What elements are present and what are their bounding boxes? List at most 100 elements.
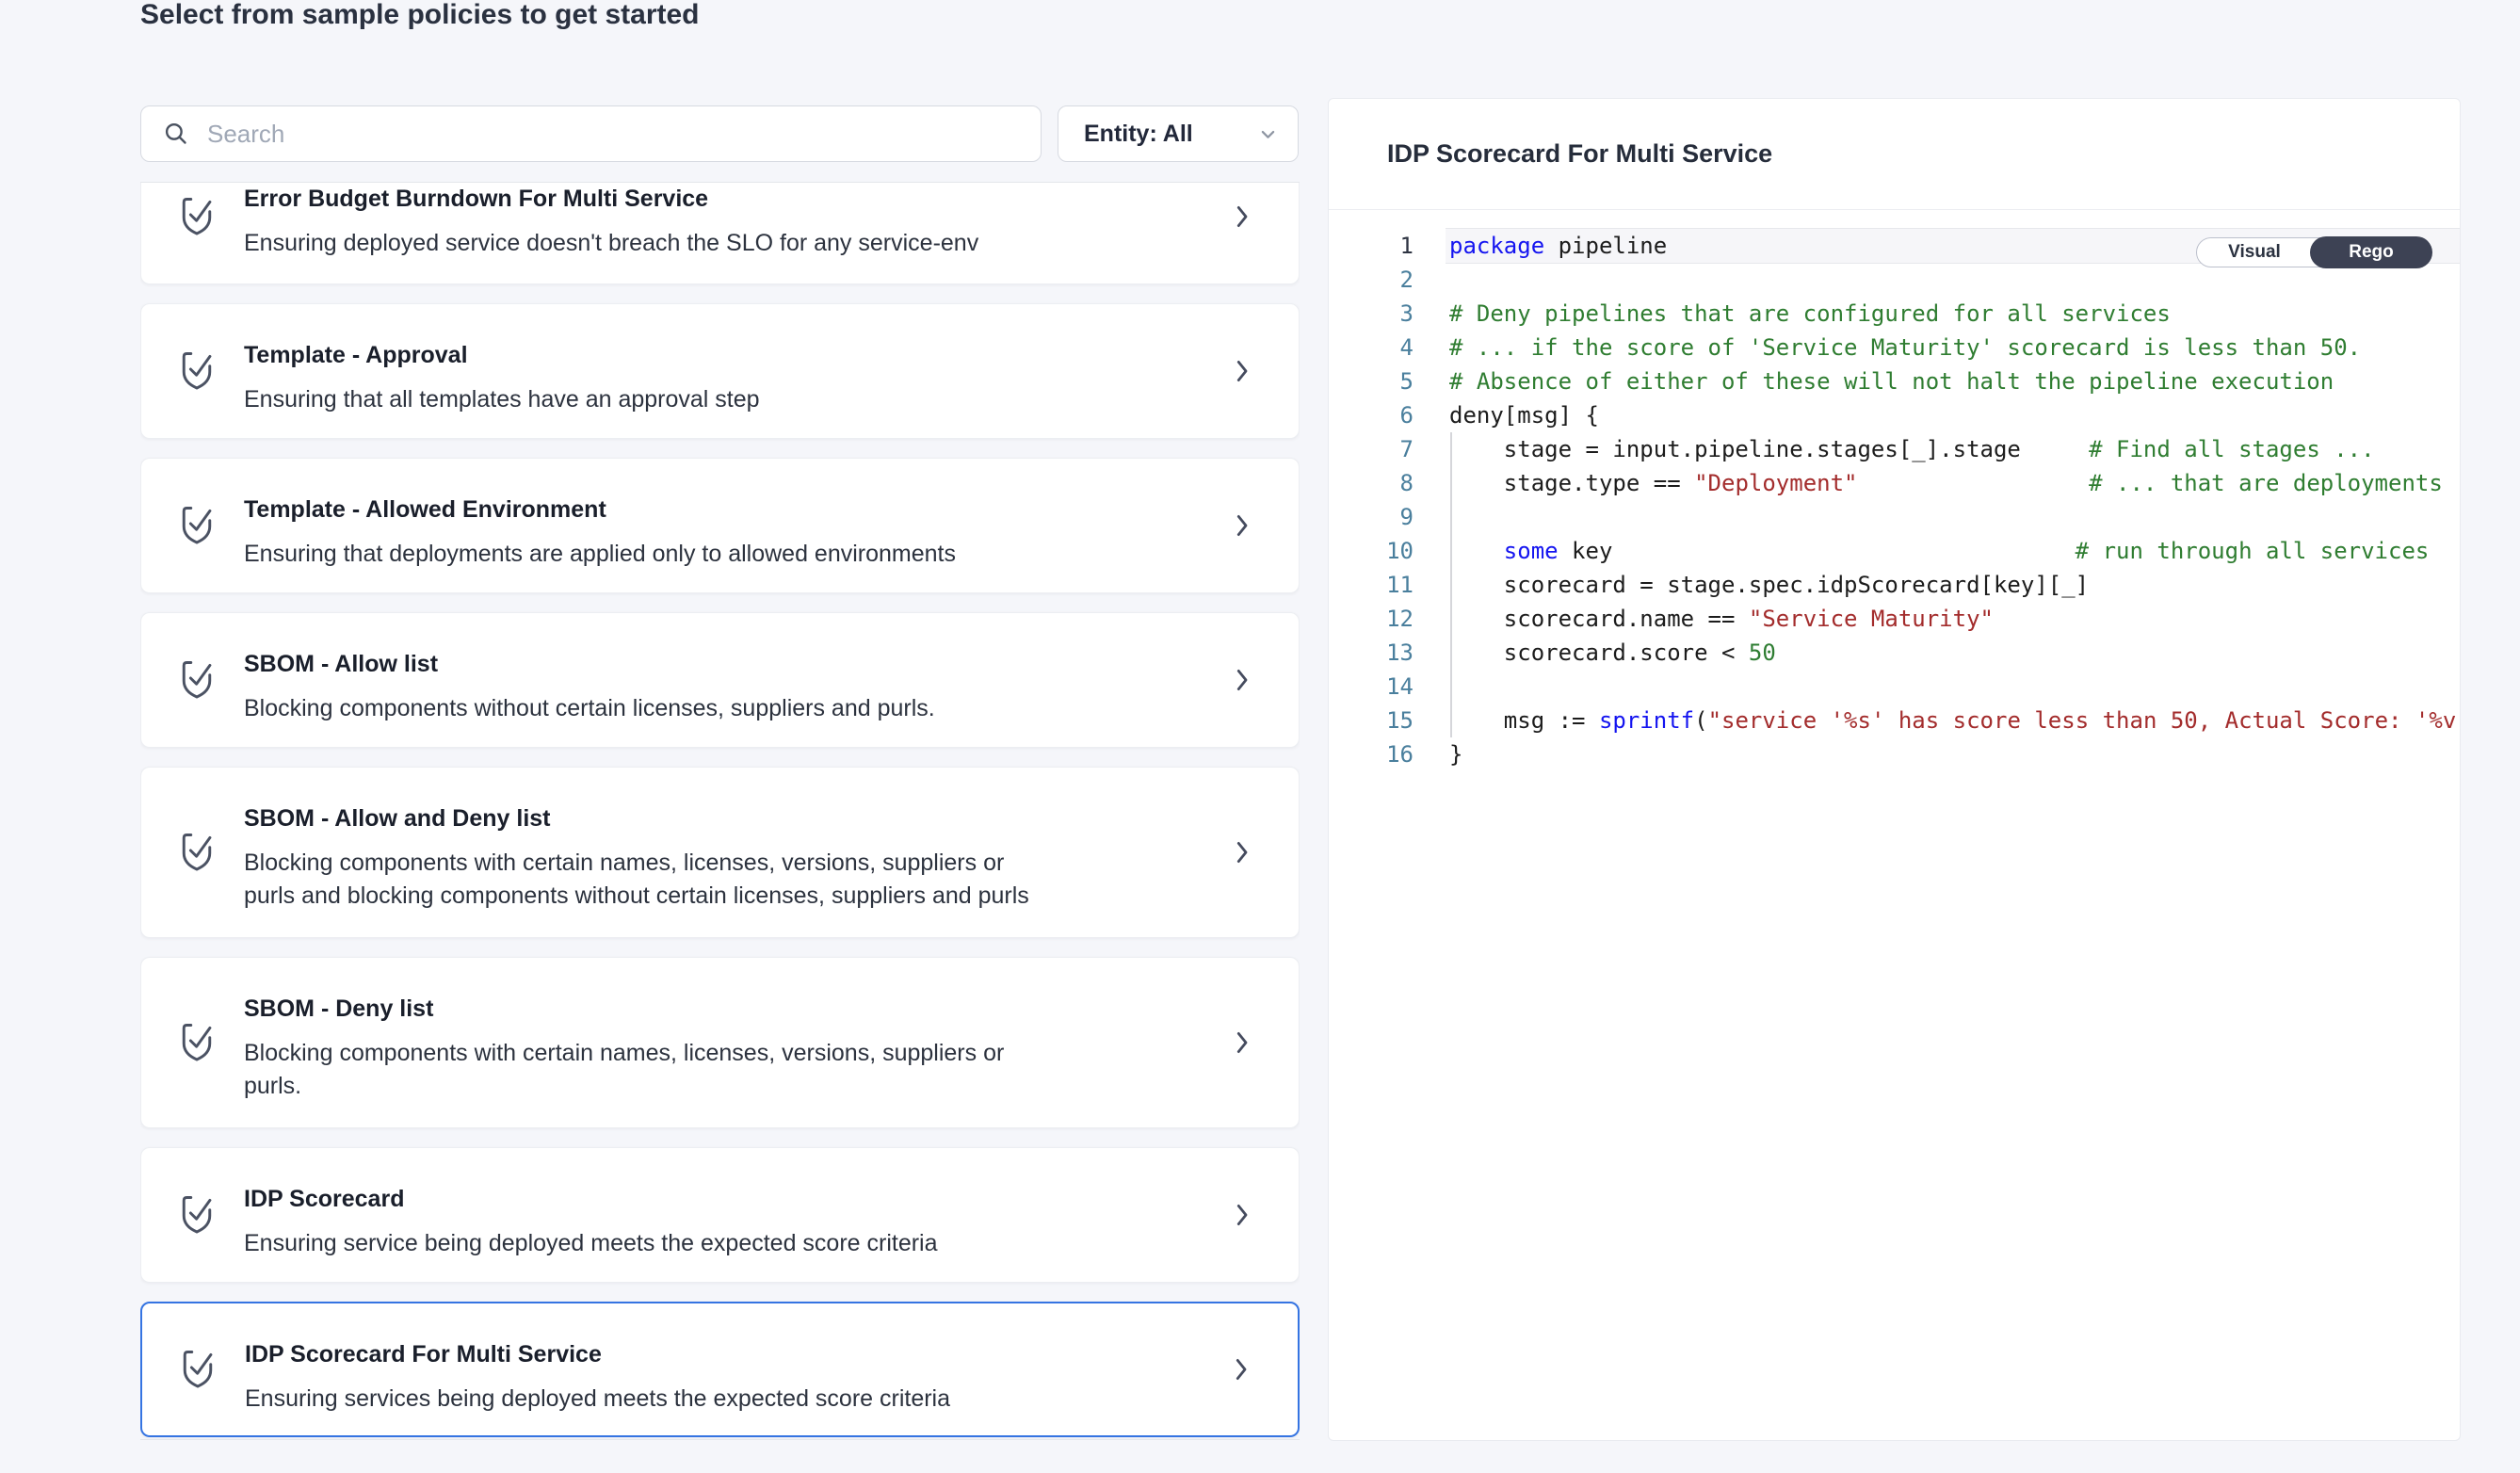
code-line: 10 some key # run through all services [1329, 534, 2460, 568]
policy-card-title: IDP Scorecard [244, 1187, 1186, 1212]
policy-card[interactable]: Template - Approval Ensuring that all te… [140, 303, 1300, 439]
policy-card-title: IDP Scorecard For Multi Service [245, 1342, 1185, 1368]
code-line: 8 stage.type == "Deployment" # ... that … [1329, 466, 2460, 500]
code-line: 2 [1329, 263, 2460, 297]
chevron-right-icon [1233, 510, 1252, 541]
detail-title: IDP Scorecard For Multi Service [1387, 139, 1772, 169]
code-line: 7 stage = input.pipeline.stages[_].stage… [1329, 432, 2460, 466]
shield-check-icon [176, 656, 218, 704]
policy-card-text: SBOM - Allow and Deny list Blocking comp… [244, 768, 1299, 913]
shield-check-icon [176, 502, 218, 549]
line-number: 3 [1329, 297, 1413, 331]
detail-header: IDP Scorecard For Multi Service [1329, 99, 2460, 210]
code-text: scorecard.name == "Service Maturity" [1449, 602, 1994, 636]
entity-filter-label: Entity: All [1084, 121, 1193, 148]
line-number: 7 [1329, 432, 1413, 466]
code-text: some key # run through all services [1449, 534, 2429, 568]
policy-card[interactable]: Template - Allowed Environment Ensuring … [140, 458, 1300, 593]
code-text: stage.type == "Deployment" # ... that ar… [1449, 466, 2443, 500]
line-number: 14 [1329, 670, 1413, 704]
shield-check-icon [176, 1019, 218, 1066]
policy-card[interactable]: IDP Scorecard For Multi Service Ensuring… [140, 1302, 1300, 1437]
chevron-right-icon [1233, 202, 1252, 232]
policy-list[interactable]: Error Budget Burndown For Multi Service … [140, 182, 1300, 1440]
code-line: 5 # Absence of either of these will not h… [1329, 364, 2460, 398]
policy-card-title: SBOM - Allow list [244, 652, 1186, 677]
line-number: 9 [1329, 500, 1413, 534]
code-line: 13 scorecard.score < 50 [1329, 636, 2460, 670]
search-input[interactable] [207, 120, 1041, 149]
shield-check-icon [176, 348, 218, 395]
indent-guide [1450, 432, 1452, 737]
entity-filter-dropdown[interactable]: Entity: All [1058, 105, 1299, 162]
page-title: Select from sample policies to get start… [140, 0, 700, 34]
toggle-option-rego[interactable]: Rego [2310, 236, 2432, 268]
policy-card-description: Blocking components with certain names, … [244, 847, 1186, 913]
policy-card-description: Ensuring that deployments are applied on… [244, 538, 1186, 571]
policy-card-text: Template - Allowed Environment Ensuring … [244, 459, 1299, 571]
code-line: 9 [1329, 500, 2460, 534]
code-text: stage = input.pipeline.stages[_].stage #… [1449, 432, 2375, 466]
policy-card-text: IDP Scorecard For Multi Service Ensuring… [245, 1303, 1298, 1416]
policy-card[interactable]: IDP Scorecard Ensuring service being dep… [140, 1147, 1300, 1283]
line-number: 4 [1329, 331, 1413, 364]
code-text: # Absence of either of these will not ha… [1449, 364, 2334, 398]
toggle-option-visual[interactable]: Visual [2197, 238, 2312, 267]
chevron-right-icon [1233, 665, 1252, 695]
policy-card[interactable]: Error Budget Burndown For Multi Service … [140, 182, 1300, 284]
code-line: 4 # ... if the score of 'Service Maturity… [1329, 331, 2460, 364]
chevron-right-icon [1233, 1200, 1252, 1230]
policy-card-description: Ensuring that all templates have an appr… [244, 383, 1186, 416]
code-text: msg := sprintf("service '%s' has score l… [1449, 704, 2461, 737]
chevron-right-icon [1232, 1354, 1251, 1384]
chevron-down-icon [1255, 121, 1281, 147]
chevron-right-icon [1233, 837, 1252, 867]
line-number: 11 [1329, 568, 1413, 602]
line-number: 16 [1329, 737, 1413, 771]
line-number: 15 [1329, 704, 1413, 737]
policy-detail-panel: IDP Scorecard For Multi Service Visual R… [1328, 98, 2461, 1441]
policy-card-description: Ensuring service being deployed meets th… [244, 1227, 1186, 1260]
line-number: 6 [1329, 398, 1413, 432]
code-text: scorecard = stage.spec.idpScorecard[key]… [1449, 568, 2089, 602]
shield-check-icon [177, 1346, 218, 1393]
policy-card-text: IDP Scorecard Ensuring service being dep… [244, 1148, 1299, 1260]
code-text: package pipeline [1449, 229, 1667, 263]
code-line: 11 scorecard = stage.spec.idpScorecard[k… [1329, 568, 2460, 602]
code-line: 12 scorecard.name == "Service Maturity" [1329, 602, 2460, 636]
rego-code-editor[interactable]: 1 package pipeline 23# Deny pipelines that… [1329, 210, 2460, 771]
code-line: 6 deny[msg] { [1329, 398, 2460, 432]
policy-card-title: Template - Approval [244, 343, 1186, 368]
code-text: } [1449, 737, 1462, 771]
line-number: 12 [1329, 602, 1413, 636]
policy-card-description: Blocking components with certain names, … [244, 1037, 1186, 1103]
policy-card-text: Template - Approval Ensuring that all te… [244, 304, 1299, 416]
shield-check-icon [176, 1191, 218, 1238]
chevron-right-icon [1233, 356, 1252, 386]
view-mode-toggle: Visual Rego [2196, 237, 2431, 267]
line-number: 2 [1329, 263, 1413, 297]
code-lines: 1 package pipeline 23# Deny pipelines that… [1329, 229, 2460, 771]
policy-card-title: Template - Allowed Environment [244, 497, 1186, 523]
policy-card-description: Ensuring deployed service doesn't breach… [244, 227, 1186, 260]
policy-card-description: Blocking components without certain lice… [244, 692, 1186, 725]
policy-card-title: SBOM - Allow and Deny list [244, 806, 1186, 832]
search-box[interactable] [140, 105, 1042, 162]
policy-card[interactable]: SBOM - Allow and Deny list Blocking comp… [140, 767, 1300, 938]
policy-card-description: Ensuring services being deployed meets t… [245, 1383, 1185, 1416]
policy-card[interactable]: SBOM - Deny list Blocking components wit… [140, 957, 1300, 1128]
policy-card-title: SBOM - Deny list [244, 996, 1186, 1022]
line-number: 8 [1329, 466, 1413, 500]
code-text: deny[msg] { [1449, 398, 1599, 432]
line-number: 5 [1329, 364, 1413, 398]
code-line: 3# Deny pipelines that are configured fo… [1329, 297, 2460, 331]
policy-card[interactable]: SBOM - Allow list Blocking components wi… [140, 612, 1300, 748]
code-text: # ... if the score of 'Service Maturity'… [1449, 331, 2361, 364]
policy-card-text: SBOM - Allow list Blocking components wi… [244, 613, 1299, 725]
code-line: 15 msg := sprintf("service '%s' has scor… [1329, 704, 2460, 737]
shield-check-icon [176, 193, 218, 240]
line-number: 13 [1329, 636, 1413, 670]
chevron-right-icon [1233, 1028, 1252, 1058]
line-number: 1 [1329, 229, 1413, 263]
code-line: 14 [1329, 670, 2460, 704]
